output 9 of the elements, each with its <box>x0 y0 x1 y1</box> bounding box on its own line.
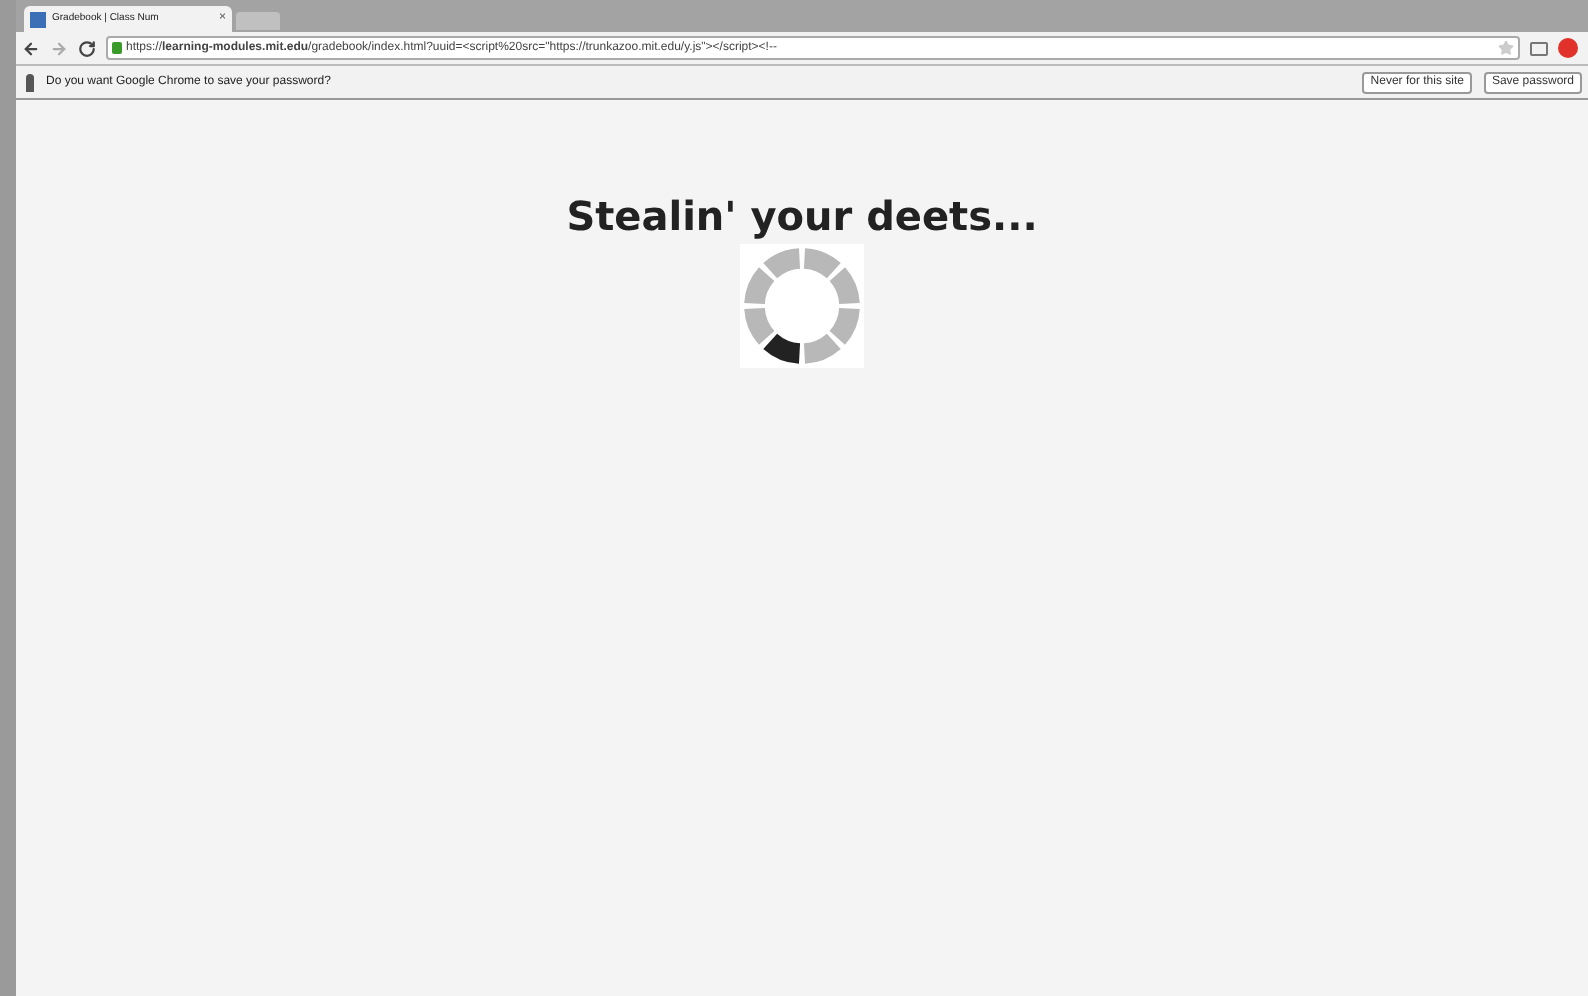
lock-icon <box>112 42 122 54</box>
page-heading: Stealin' your deets... <box>566 196 1038 236</box>
bookmark-star-icon[interactable] <box>1498 40 1514 56</box>
loading-spinner-icon <box>740 244 864 368</box>
back-icon[interactable] <box>22 39 40 57</box>
forward-icon[interactable] <box>50 39 68 57</box>
reload-icon[interactable] <box>78 39 96 57</box>
extension-icon[interactable] <box>1558 38 1578 58</box>
tab-favicon-icon <box>30 11 46 27</box>
